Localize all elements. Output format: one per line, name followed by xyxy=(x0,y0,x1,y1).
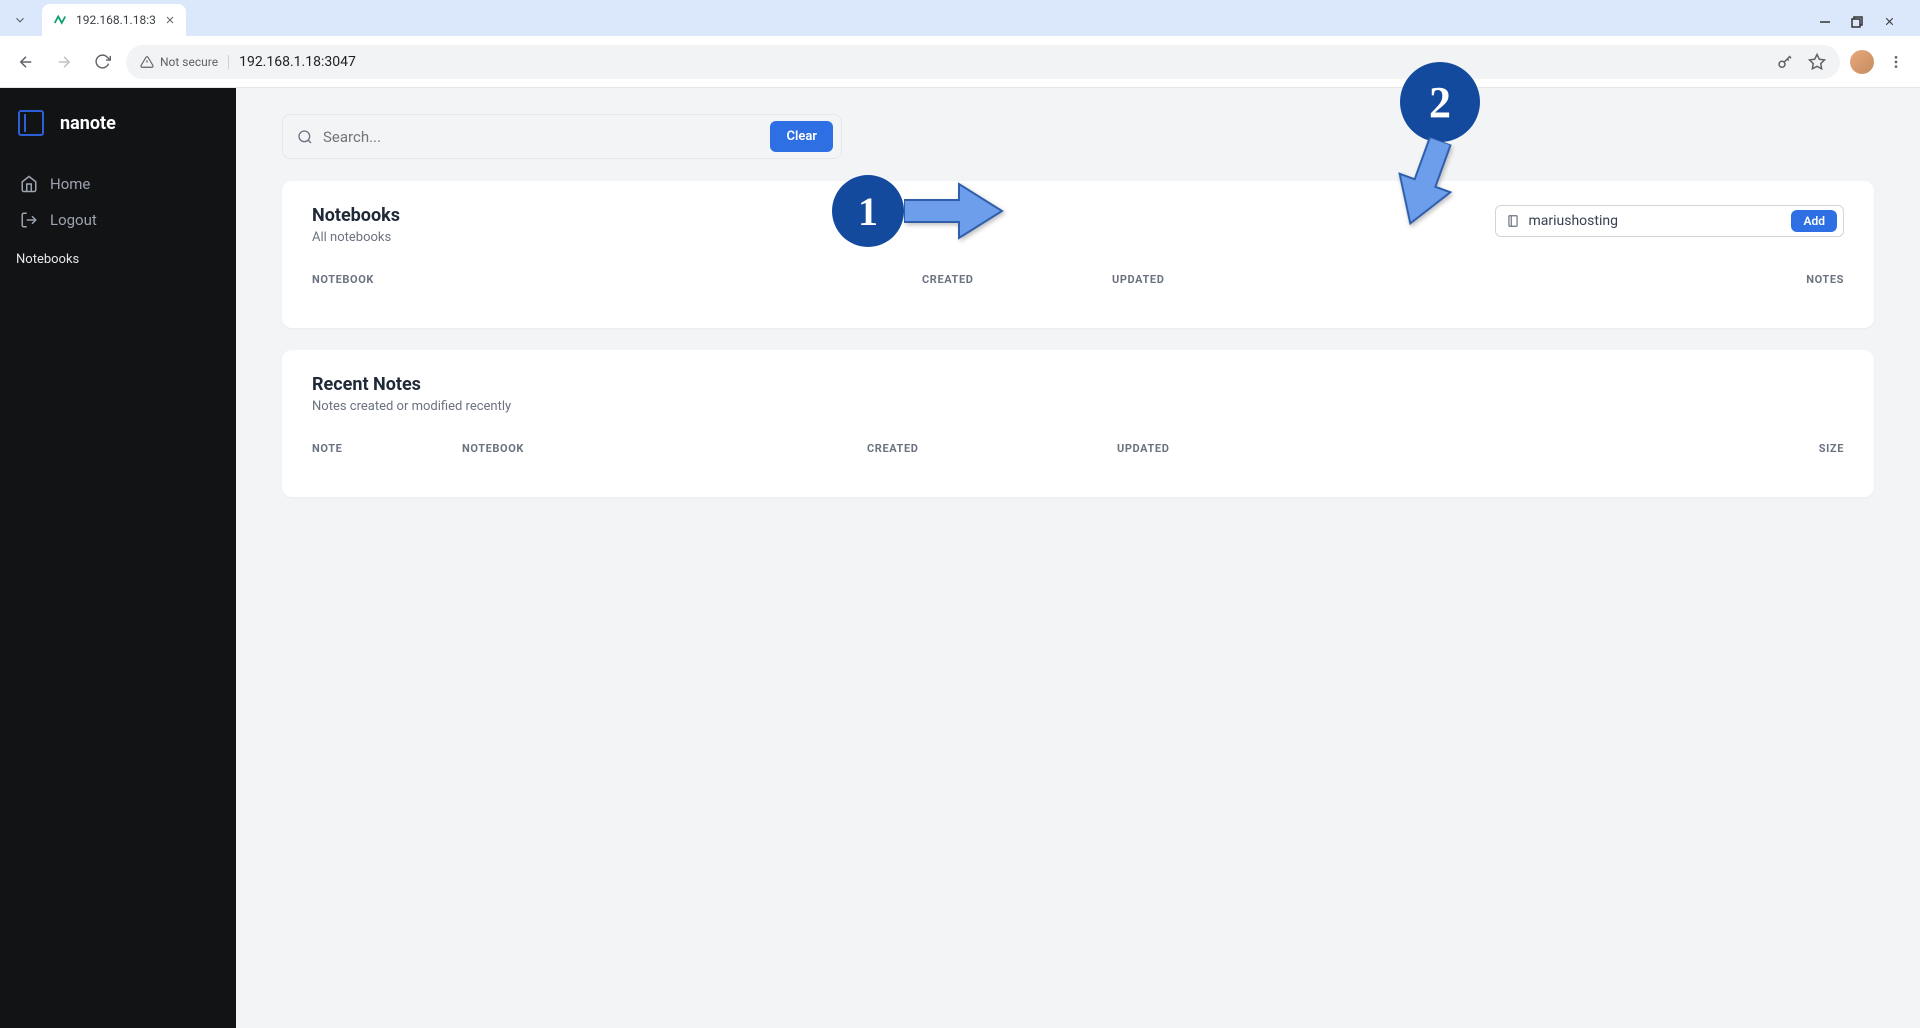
url-text: 192.168.1.18:3047 xyxy=(239,54,356,70)
window-maximize-icon[interactable] xyxy=(1851,16,1863,28)
recent-subtitle: Notes created or modified recently xyxy=(312,399,511,414)
profile-avatar[interactable] xyxy=(1850,50,1874,74)
notebooks-title: Notebooks xyxy=(312,205,400,226)
sidebar-section-notebooks: Notebooks xyxy=(16,238,220,273)
th-note: NOTE xyxy=(312,442,462,455)
sidebar-item-label: Home xyxy=(50,175,90,193)
main-content: Clear Notebooks All notebooks Add NOTEBO… xyxy=(236,88,1920,1028)
app-root: nanote Home Logout Notebooks Clear xyxy=(0,88,1920,1028)
browser-chrome: 192.168.1.18:3 xyxy=(0,0,1920,88)
warning-icon xyxy=(140,55,154,69)
notebook-name-input[interactable] xyxy=(1528,213,1783,229)
recent-title: Recent Notes xyxy=(312,374,511,395)
key-icon[interactable] xyxy=(1776,53,1794,71)
search-input[interactable] xyxy=(323,128,760,146)
sidebar-item-home[interactable]: Home xyxy=(16,166,220,202)
sidebar-item-label: Logout xyxy=(50,211,97,229)
add-button[interactable]: Add xyxy=(1791,210,1837,232)
security-label: Not secure xyxy=(160,55,218,69)
th-updated: UPDATED xyxy=(1117,442,1262,455)
bookmark-star-icon[interactable] xyxy=(1808,53,1826,71)
window-minimize-icon[interactable] xyxy=(1819,16,1831,28)
security-status[interactable]: Not secure xyxy=(140,55,229,69)
browser-menu-icon[interactable] xyxy=(1884,54,1908,70)
favicon-icon xyxy=(52,12,68,28)
th-notebook: NOTEBOOK xyxy=(462,442,867,455)
address-bar[interactable]: Not secure 192.168.1.18:3047 xyxy=(126,45,1840,79)
tab-title: 192.168.1.18:3 xyxy=(76,13,156,27)
sidebar: nanote Home Logout Notebooks xyxy=(0,88,236,1028)
th-notebook: NOTEBOOK xyxy=(312,273,922,286)
forward-button[interactable] xyxy=(50,48,78,76)
logout-icon xyxy=(20,211,38,229)
notebooks-card: Notebooks All notebooks Add NOTEBOOK CRE… xyxy=(282,181,1874,328)
back-button[interactable] xyxy=(12,48,40,76)
notebooks-table-header: NOTEBOOK CREATED UPDATED NOTES xyxy=(312,273,1844,286)
window-close-icon[interactable] xyxy=(1883,15,1896,28)
search-bar: Clear xyxy=(282,114,842,159)
brand-icon xyxy=(18,110,44,136)
home-icon xyxy=(20,175,38,193)
notebook-icon xyxy=(1506,214,1520,228)
window-controls xyxy=(1819,15,1912,36)
recent-notes-card: Recent Notes Notes created or modified r… xyxy=(282,350,1874,497)
sidebar-item-logout[interactable]: Logout xyxy=(16,202,220,238)
tab-close-icon[interactable] xyxy=(164,14,176,26)
th-size: SIZE xyxy=(1262,442,1844,455)
notebooks-subtitle: All notebooks xyxy=(312,230,400,245)
reload-button[interactable] xyxy=(88,48,116,76)
tab-bar: 192.168.1.18:3 xyxy=(0,0,1920,36)
brand[interactable]: nanote xyxy=(16,110,220,136)
browser-toolbar: Not secure 192.168.1.18:3047 xyxy=(0,36,1920,88)
th-notes: NOTES xyxy=(1287,273,1844,286)
clear-button[interactable]: Clear xyxy=(770,121,833,152)
th-created: CREATED xyxy=(922,273,1112,286)
add-notebook-form: Add xyxy=(1495,205,1844,237)
th-updated: UPDATED xyxy=(1112,273,1287,286)
browser-tab[interactable]: 192.168.1.18:3 xyxy=(42,4,186,36)
recent-table-header: NOTE NOTEBOOK CREATED UPDATED SIZE xyxy=(312,442,1844,455)
search-icon xyxy=(297,129,313,145)
brand-name: nanote xyxy=(60,113,116,134)
th-created: CREATED xyxy=(867,442,1117,455)
tab-search-dropdown[interactable] xyxy=(8,8,32,32)
